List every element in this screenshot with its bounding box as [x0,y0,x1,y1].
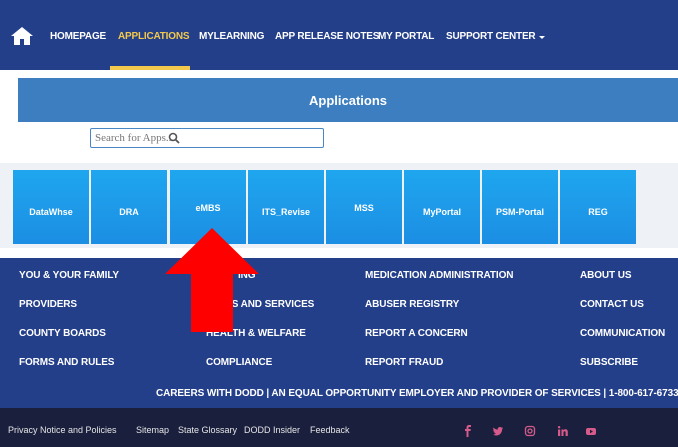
nav-support-center[interactable]: SUPPORT CENTER [446,31,536,42]
dodd-insider-link[interactable]: DODD Insider [244,425,300,435]
privacy-link[interactable]: Privacy Notice and Policies [8,425,117,435]
app-tile-label: MSS [354,203,374,213]
app-tile-dra[interactable]: DRA [91,170,167,244]
active-tab-indicator [110,66,190,70]
home-icon[interactable] [10,26,34,46]
footer-link-subscribe[interactable]: SUBSCRIBE [580,357,638,368]
app-tile-label: MyPortal [422,207,461,217]
app-search-box[interactable] [90,128,324,148]
facebook-icon[interactable] [462,425,474,437]
search-icon[interactable] [168,132,180,144]
app-tile-label: PSM-Portal [495,207,544,217]
app-tile-reg[interactable]: REG [560,170,636,244]
nav-my-portal[interactable]: MY PORTAL [378,31,434,42]
feedback-link[interactable]: Feedback [310,425,350,435]
app-tile-datawhse[interactable]: DataWhse [13,170,89,244]
top-navigation: HOMEPAGE APPLICATIONS MYLEARNING APP REL… [0,0,678,70]
app-tile-label: DataWhse [29,207,73,217]
footer-link-compliance[interactable]: COMPLIANCE [206,357,272,368]
chevron-down-icon[interactable] [539,36,545,39]
app-tile-psm-portal[interactable]: PSM-Portal [482,170,558,244]
footer-link-medication-administration[interactable]: MEDICATION ADMINISTRATION [365,270,514,281]
footer-link-county-boards[interactable]: COUNTY BOARDS [19,328,106,339]
instagram-icon[interactable] [524,425,536,437]
applications-title: Applications [308,93,387,108]
nav-homepage[interactable]: HOMEPAGE [50,31,106,42]
footer-link-about-us[interactable]: ABOUT US [580,270,632,281]
footer-link-communication[interactable]: COMMUNICATION [580,328,665,339]
footer-link-abuser-registry[interactable]: ABUSER REGISTRY [365,299,459,310]
footer-link-providers[interactable]: PROVIDERS [19,299,77,310]
nav-mylearning[interactable]: MYLEARNING [199,31,264,42]
footer-link-forms-and-rules[interactable]: FORMS AND RULES [19,357,114,368]
app-tile-label: REG [588,207,608,217]
twitter-icon[interactable] [492,425,504,437]
linkedin-icon[interactable] [557,425,569,437]
app-tile-mss[interactable]: MSS [326,170,402,244]
app-tile-myportal[interactable]: MyPortal [404,170,480,244]
search-input[interactable] [95,131,295,145]
footer-link-report-fraud[interactable]: REPORT FRAUD [365,357,443,368]
nav-app-release-notes[interactable]: APP RELEASE NOTES [275,31,379,42]
app-tile-its-revise[interactable]: ITS_Revise [248,170,324,244]
red-arrow-icon [165,228,259,332]
footer-link-contact-us[interactable]: CONTACT US [580,299,644,310]
footer-link-you-your-family[interactable]: YOU & YOUR FAMILY [19,270,119,281]
footer-link-report-a-concern[interactable]: REPORT A CONCERN [365,328,468,339]
app-tile-label: eMBS [195,203,221,213]
state-glossary-link[interactable]: State Glossary [178,425,237,435]
app-tile-label: ITS_Revise [261,207,311,217]
applications-header: Applications [18,78,678,122]
sitemap-link[interactable]: Sitemap [136,425,169,435]
careers-line[interactable]: CAREERS WITH DODD | AN EQUAL OPPORTUNITY… [156,388,678,399]
app-tile-label: DRA [119,207,139,217]
youtube-icon[interactable] [585,425,597,437]
nav-applications[interactable]: APPLICATIONS [118,31,190,42]
